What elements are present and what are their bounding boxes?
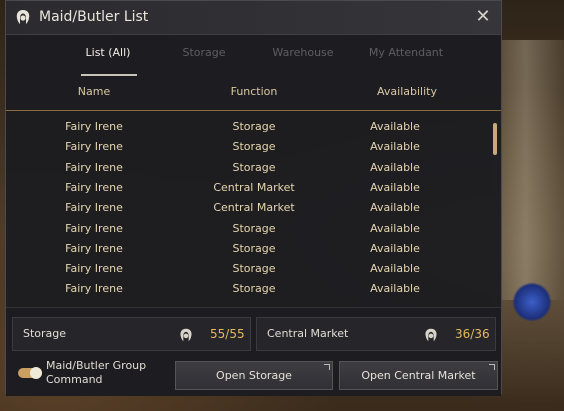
table-row[interactable]: Fairy Irene Central Market Available bbox=[6, 178, 491, 198]
cell-name: Fairy Irene bbox=[65, 120, 123, 133]
active-tab-indicator bbox=[81, 74, 137, 76]
tab-bar: List (All) Storage Warehouse My Attendan… bbox=[6, 34, 501, 76]
maid-icon bbox=[16, 10, 30, 24]
open-storage-label: Open Storage bbox=[216, 369, 292, 382]
cell-name: Fairy Irene bbox=[65, 140, 123, 154]
cell-function: Storage bbox=[232, 140, 276, 154]
table-header: Name Function Availability bbox=[6, 77, 501, 111]
open-central-market-button[interactable]: Open Central Market bbox=[339, 361, 498, 390]
titlebar: Maid/Butler List ✕ bbox=[6, 1, 501, 35]
tab-list-all[interactable]: List (All) bbox=[68, 46, 148, 59]
cell-availability: Available bbox=[370, 282, 420, 296]
cell-function: Storage bbox=[232, 241, 276, 255]
cell-availability: Available bbox=[370, 180, 420, 194]
cell-name: Fairy Irene bbox=[65, 282, 123, 296]
scrollbar-thumb[interactable] bbox=[493, 123, 497, 155]
cell-function: Central Market bbox=[213, 180, 295, 194]
toggle-knob bbox=[30, 367, 42, 379]
market-summary-label: Central Market bbox=[267, 327, 349, 340]
maid-butler-list-window: Maid/Butler List ✕ List (All) Storage Wa… bbox=[5, 0, 502, 396]
column-header-function: Function bbox=[230, 85, 278, 98]
cell-function: Storage bbox=[232, 160, 276, 174]
table-row[interactable]: Fairy Irene Storage Available bbox=[6, 117, 491, 137]
cell-availability: Available bbox=[370, 241, 420, 255]
group-command-toggle[interactable] bbox=[18, 367, 42, 379]
cell-availability: Available bbox=[370, 201, 420, 215]
cell-function: Storage bbox=[232, 282, 276, 296]
cell-function: Central Market bbox=[213, 201, 295, 215]
tab-warehouse[interactable]: Warehouse bbox=[268, 46, 338, 59]
storage-count: 55/55 bbox=[210, 327, 245, 341]
window-title: Maid/Butler List bbox=[39, 9, 149, 25]
cell-name: Fairy Irene bbox=[65, 221, 123, 235]
cell-function: Storage bbox=[232, 221, 276, 235]
column-header-availability: Availability bbox=[377, 85, 437, 98]
tab-my-attendant[interactable]: My Attendant bbox=[366, 46, 446, 59]
background-blue-object bbox=[512, 282, 552, 322]
cell-name: Fairy Irene bbox=[65, 201, 123, 215]
cell-function: Storage bbox=[232, 262, 276, 276]
open-storage-button[interactable]: Open Storage bbox=[175, 361, 333, 390]
close-button[interactable]: ✕ bbox=[473, 7, 493, 27]
tab-storage[interactable]: Storage bbox=[174, 46, 234, 59]
bottom-panel: Storage 55/55 Central Market 36/36 Maid/… bbox=[6, 307, 501, 396]
table-row[interactable]: Fairy Irene Storage Available bbox=[6, 279, 491, 299]
expand-corner-icon bbox=[489, 364, 495, 370]
column-header-name: Name bbox=[77, 85, 111, 98]
cell-availability: Available bbox=[370, 160, 420, 174]
open-central-market-label: Open Central Market bbox=[361, 369, 476, 382]
storage-summary-label: Storage bbox=[23, 327, 67, 340]
storage-summary: Storage 55/55 bbox=[12, 317, 251, 351]
cell-availability: Available bbox=[370, 120, 420, 133]
maid-list: Fairy Irene Storage Available Fairy Irene St… bbox=[6, 111, 491, 307]
table-row[interactable]: Fairy Irene Central Market Available bbox=[6, 198, 491, 218]
cell-name: Fairy Irene bbox=[65, 180, 123, 194]
cell-availability: Available bbox=[370, 221, 420, 235]
maid-icon bbox=[180, 328, 192, 342]
cell-name: Fairy Irene bbox=[65, 262, 123, 276]
cell-availability: Available bbox=[370, 140, 420, 154]
cell-availability: Available bbox=[370, 262, 420, 276]
group-command-label: Maid/Butler Group Command bbox=[46, 359, 147, 386]
table-row[interactable]: Fairy Irene Storage Available bbox=[6, 239, 491, 259]
market-summary: Central Market 36/36 bbox=[256, 317, 496, 351]
expand-corner-icon bbox=[324, 364, 330, 370]
cell-function: Storage bbox=[232, 120, 276, 133]
market-count: 36/36 bbox=[455, 327, 490, 341]
close-icon: ✕ bbox=[475, 6, 491, 27]
table-row[interactable]: Fairy Irene Storage Available bbox=[6, 259, 491, 279]
maid-icon bbox=[425, 328, 437, 342]
table-row[interactable]: Fairy Irene Storage Available bbox=[6, 219, 491, 239]
background-stone bbox=[500, 40, 564, 300]
cell-name: Fairy Irene bbox=[65, 241, 123, 255]
table-row[interactable]: Fairy Irene Storage Available bbox=[6, 158, 491, 178]
table-row[interactable]: Fairy Irene Storage Available bbox=[6, 137, 491, 157]
cell-name: Fairy Irene bbox=[65, 160, 123, 174]
